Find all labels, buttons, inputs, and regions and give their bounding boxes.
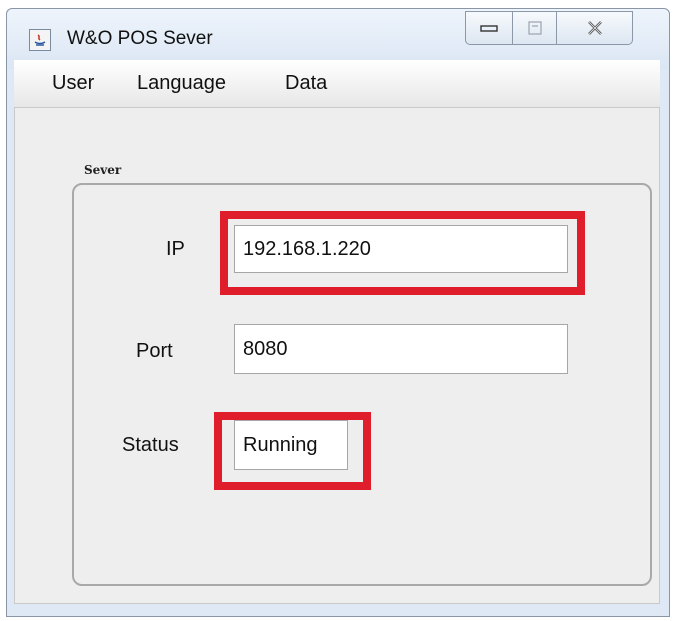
- close-icon: [587, 21, 602, 35]
- window-title: W&O POS Sever: [67, 28, 213, 49]
- menu-user[interactable]: User: [52, 72, 94, 95]
- java-app-icon[interactable]: [29, 29, 51, 51]
- close-button[interactable]: [557, 11, 633, 45]
- status-highlight-box: [214, 412, 371, 490]
- maximize-button[interactable]: [513, 11, 557, 45]
- menu-bar: User Language Data: [14, 60, 660, 108]
- menu-data[interactable]: Data: [285, 72, 327, 95]
- minimize-button[interactable]: [465, 11, 513, 45]
- maximize-icon: [527, 21, 542, 35]
- status-label: Status: [122, 434, 179, 456]
- menu-language[interactable]: Language: [137, 72, 226, 95]
- minimize-icon: [480, 25, 498, 32]
- server-group-title: Sever: [84, 163, 122, 177]
- port-label: Port: [136, 340, 173, 362]
- ip-highlight-box: [220, 211, 585, 295]
- port-field[interactable]: 8080: [234, 324, 568, 374]
- ip-label: IP: [166, 238, 185, 260]
